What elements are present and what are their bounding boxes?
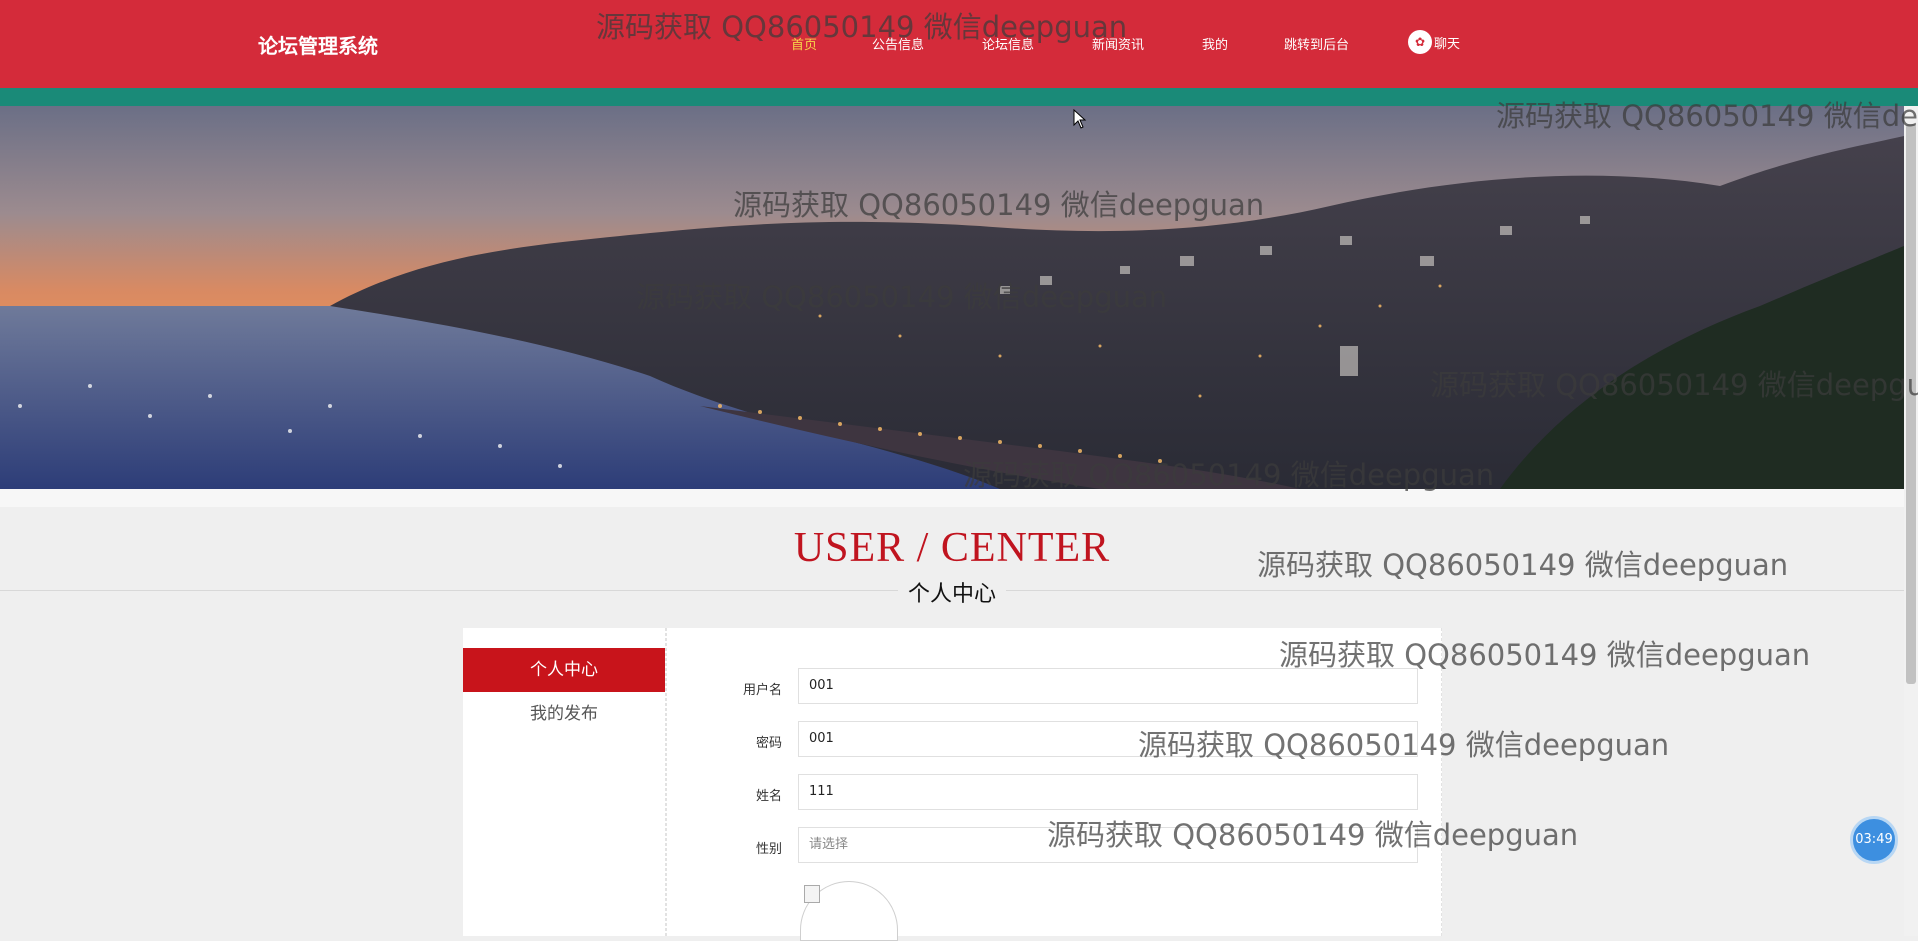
wechat-chat-icon: ✿: [1408, 30, 1432, 54]
banner-bottom-strip: [0, 489, 1904, 507]
nav-news[interactable]: 新闻资讯: [1092, 34, 1144, 53]
section-title: USER / CENTER: [793, 525, 1111, 571]
section-subtitle: 个人中心: [897, 582, 1006, 607]
scrollbar-thumb[interactable]: [1906, 124, 1916, 684]
name-field[interactable]: 111: [798, 774, 1418, 810]
nav-forum[interactable]: 论坛信息: [982, 34, 1034, 53]
sidebar-item-my-posts[interactable]: 我的发布: [463, 692, 665, 736]
username-label: 用户名: [742, 683, 782, 698]
name-label: 姓名: [755, 789, 782, 804]
password-field[interactable]: 001: [798, 721, 1418, 757]
page-scrollbar[interactable]: [1904, 106, 1918, 936]
username-field[interactable]: 001: [798, 668, 1418, 704]
gender-label: 性别: [755, 842, 782, 857]
section-subtitle-wrap: 个人中心: [0, 576, 1904, 608]
mouse-cursor-icon: [1073, 109, 1087, 129]
timer-bubble[interactable]: 03:49: [1850, 816, 1898, 864]
hero-banner-image: [0, 106, 1904, 489]
chat-label: 聊天: [1434, 36, 1461, 52]
nav-announcements[interactable]: 公告信息: [872, 34, 924, 53]
header-accent-stripe: [0, 88, 1918, 106]
user-center-sidebar: 个人中心 我的发布: [463, 628, 666, 936]
gender-select[interactable]: 请选择: [798, 827, 1418, 863]
password-label: 密码: [755, 736, 782, 751]
sidebar-item-personal-center[interactable]: 个人中心: [463, 648, 665, 692]
site-brand[interactable]: 论坛管理系统: [258, 30, 378, 59]
nav-mine[interactable]: 我的: [1202, 34, 1228, 53]
nav-admin-backend[interactable]: 跳转到后台: [1284, 34, 1349, 53]
chat-link[interactable]: ✿ 聊天: [1408, 30, 1460, 54]
broken-image-icon: [804, 885, 820, 903]
nav-home[interactable]: 首页: [791, 34, 817, 53]
